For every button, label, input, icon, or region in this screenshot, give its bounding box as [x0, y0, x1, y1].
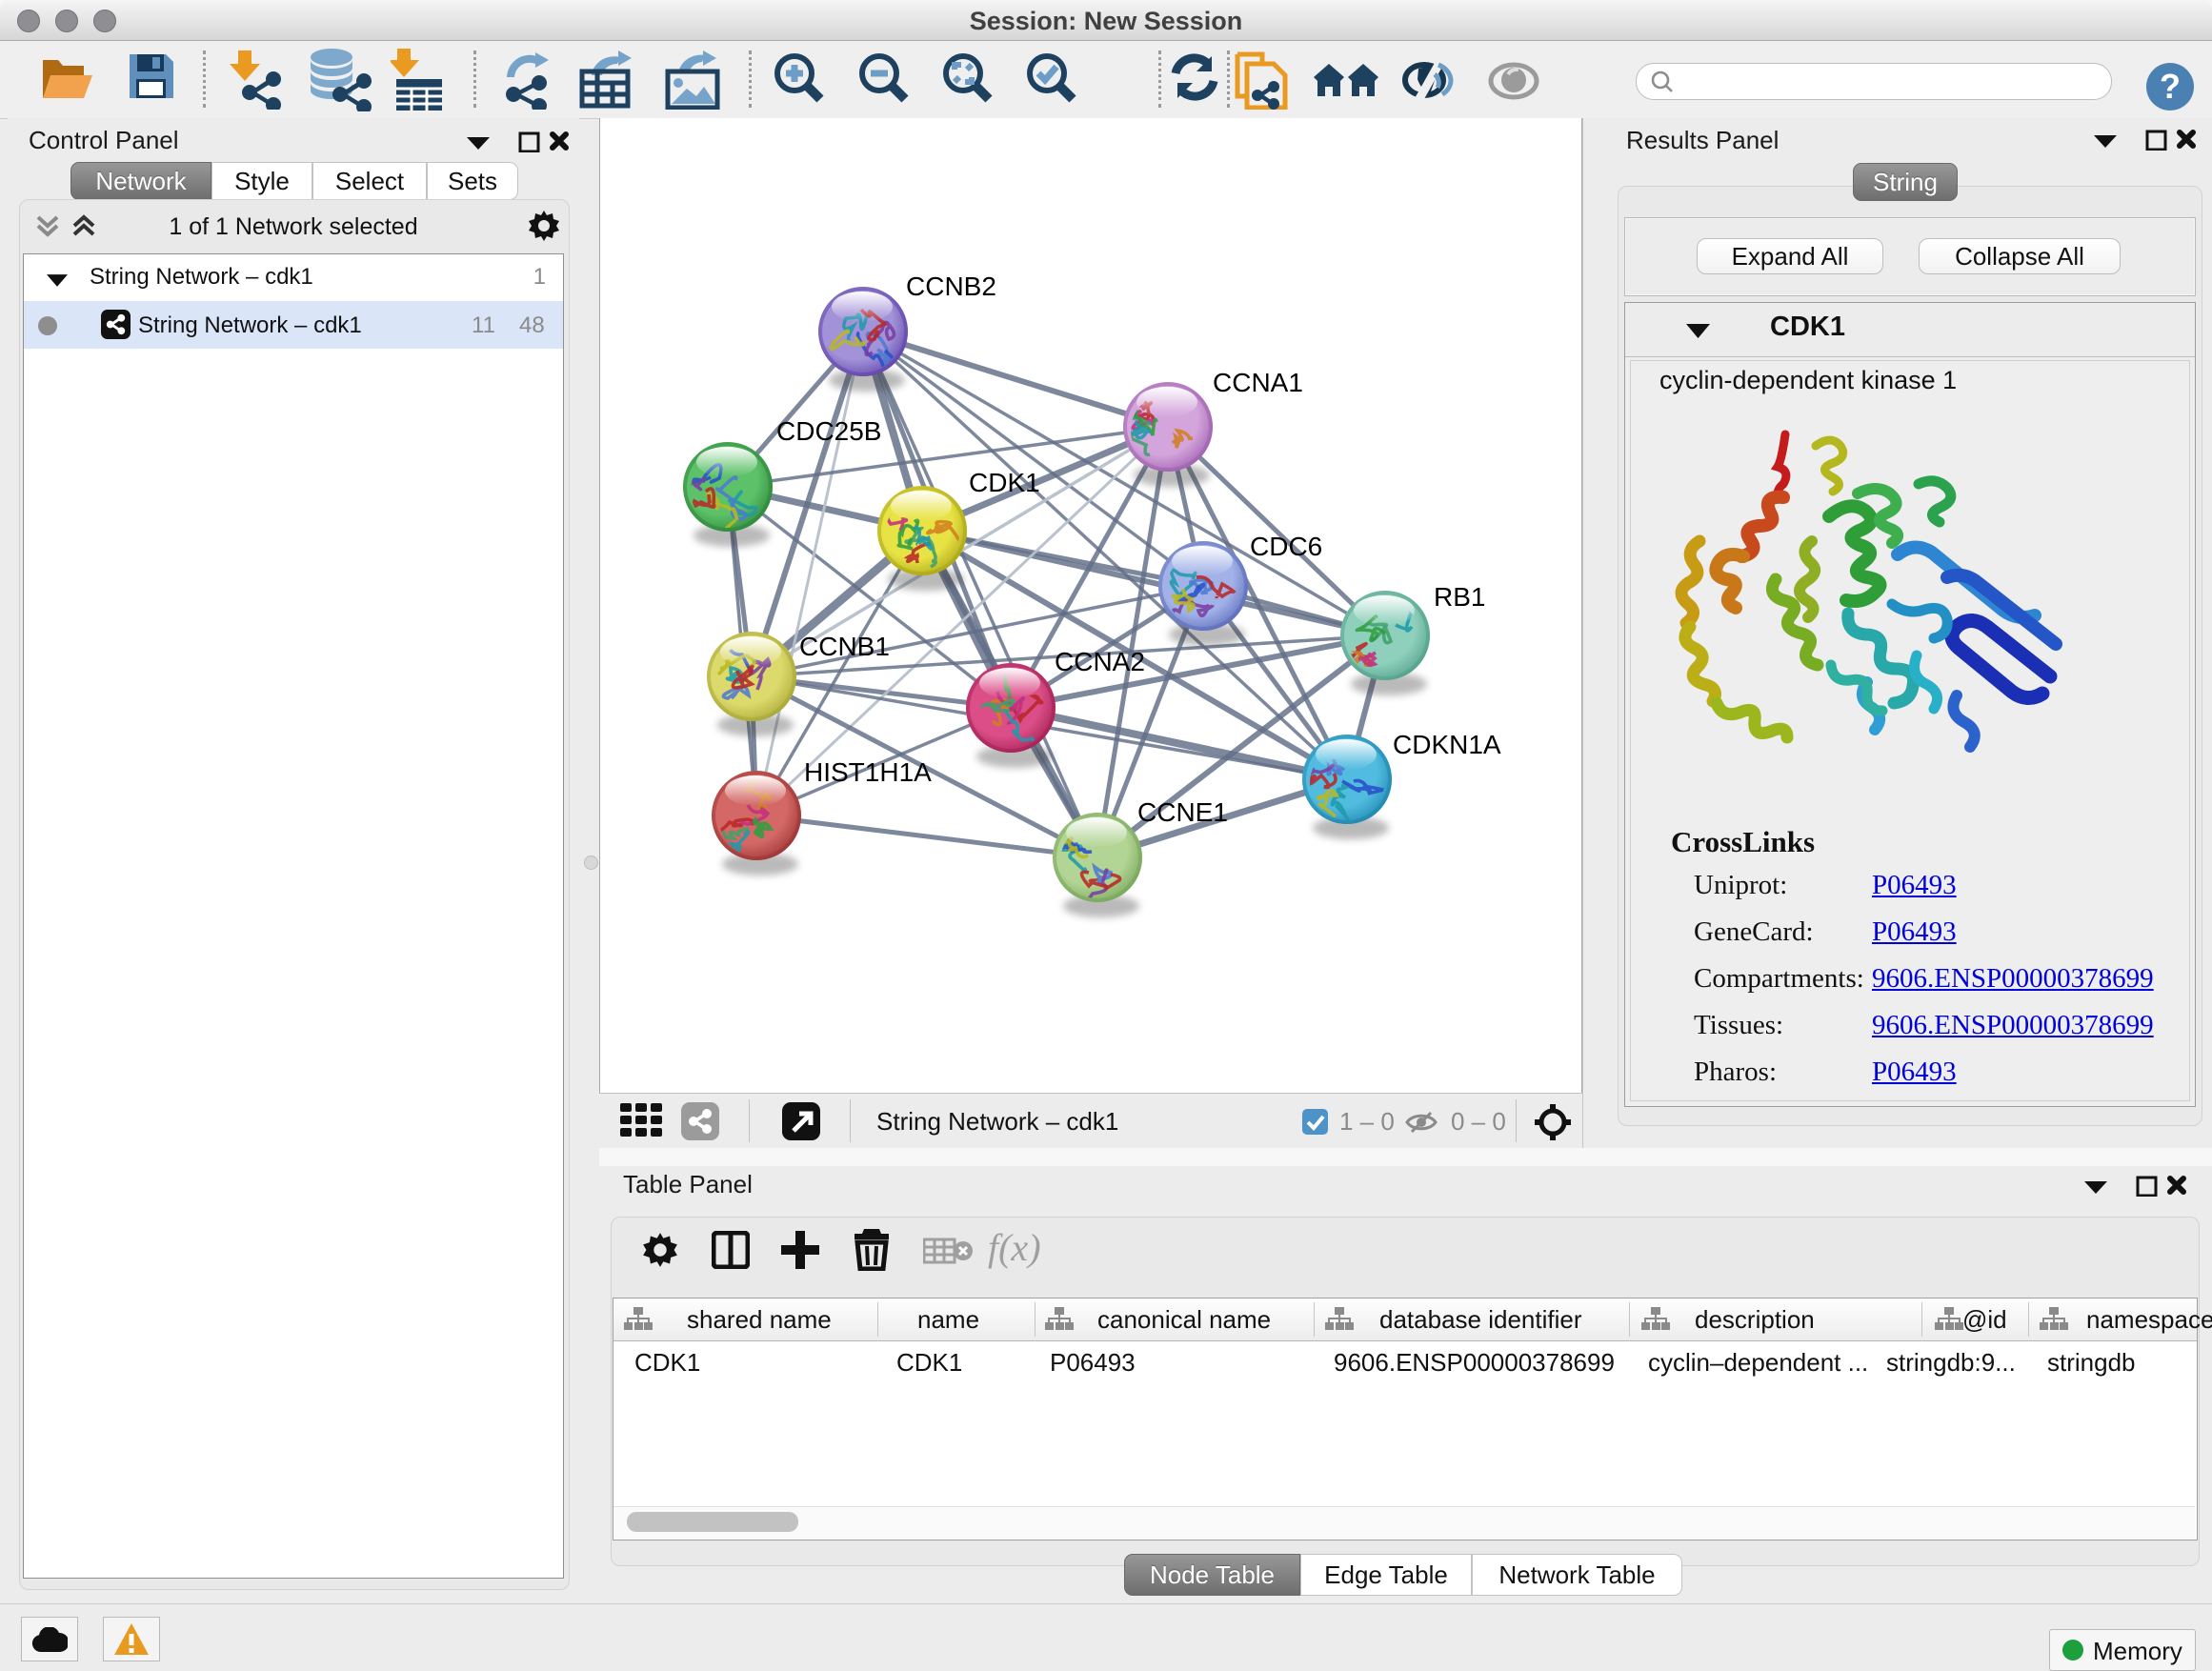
svg-text:CCNA1: CCNA1: [1213, 368, 1303, 397]
svg-text:CCNB2: CCNB2: [906, 272, 996, 301]
svg-text:CDKN1A: CDKN1A: [1393, 730, 1501, 759]
svg-text:CCNE1: CCNE1: [1137, 797, 1228, 827]
svg-text:CCNB1: CCNB1: [799, 632, 890, 661]
svg-text:CDC25B: CDC25B: [776, 416, 881, 446]
svg-text:CDK1: CDK1: [969, 468, 1040, 497]
svg-text:RB1: RB1: [1434, 582, 1485, 612]
svg-text:?: ?: [2160, 67, 2181, 106]
svg-text:CDC6: CDC6: [1250, 532, 1322, 561]
svg-text:CCNA2: CCNA2: [1055, 647, 1145, 676]
svg-text:HIST1H1A: HIST1H1A: [804, 757, 932, 787]
